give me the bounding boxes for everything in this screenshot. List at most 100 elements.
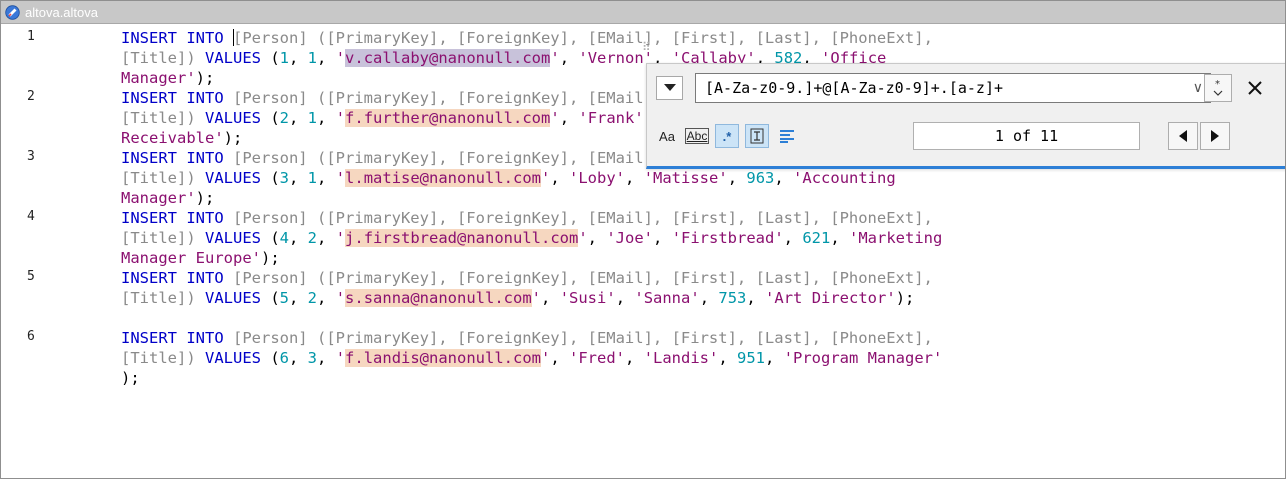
align-lines-icon (780, 130, 794, 143)
number-literal: 621 (802, 229, 831, 247)
number-literal: 3 (279, 169, 289, 187)
expand-replace-toggle[interactable] (656, 76, 683, 100)
code-line: INSERT INTO [Person] ([PrimaryKey], [For… (121, 328, 933, 348)
number-literal: 5 (279, 289, 289, 307)
sql-keyword: VALUES (195, 349, 271, 367)
table-name: [Person] (223, 89, 317, 107)
search-match: s.sanna@nanonull.com (345, 289, 532, 307)
number-literal: 951 (737, 349, 766, 367)
string-literal: 'Matisse' (643, 169, 728, 187)
triangle-right-icon (1211, 130, 1219, 142)
string-literal: Manager' (121, 189, 196, 207)
find-panel: ⠿ [A-Za-z0-9.]+@[A-Za-z0-9]+.[a-z]+ ∨ * … (642, 40, 1285, 169)
whole-word-label: Abc (684, 128, 710, 144)
code-line: Receivable'); (121, 128, 242, 148)
sql-keyword: INSERT INTO (121, 149, 224, 167)
sql-keyword: INSERT INTO (121, 29, 224, 47)
highlight-all-toggle[interactable] (775, 124, 799, 148)
sql-keyword: VALUES (195, 49, 271, 67)
column-list: [Title]) (121, 49, 196, 67)
close-find-button[interactable] (1241, 74, 1269, 102)
line-number: 4 (27, 209, 35, 224)
code-line: Manager'); (121, 68, 214, 88)
sql-keyword: INSERT INTO (121, 269, 224, 287)
code-line: INSERT INTO [Person] ([PrimaryKey], [For… (121, 28, 933, 48)
window-title: altova.altova (25, 4, 98, 20)
string-literal: Receivable' (121, 129, 224, 147)
triangle-left-icon (1179, 130, 1187, 142)
find-input[interactable]: [A-Za-z0-9.]+@[A-Za-z0-9]+.[a-z]+ ∨ (695, 73, 1211, 103)
number-literal: 1 (307, 169, 318, 187)
number-literal: 2 (307, 229, 318, 247)
search-match: f.further@nanonull.com (345, 109, 551, 127)
code-line: [Title]) VALUES (4, 2, 'j.firstbread@nan… (121, 229, 943, 247)
code-line: INSERT INTO [Person] ([PrimaryKey], [For… (121, 268, 933, 288)
column-list: ([PrimaryKey], [ForeignKey], [EMail], [F… (316, 329, 933, 347)
statement-end: ); (223, 129, 243, 147)
number-literal: 1 (279, 49, 289, 67)
code-line: [Title]) VALUES (3, 1, 'l.matise@nanonul… (121, 169, 896, 187)
close-icon (1248, 81, 1262, 95)
search-match: v.callaby@nanonull.com (345, 49, 551, 67)
statement-end: ); (260, 249, 280, 267)
regex-toggle[interactable]: .* (715, 124, 739, 148)
table-name: [Person] (223, 329, 317, 347)
column-list: ([PrimaryKey], [ForeignKey], [EMail], [F… (316, 209, 933, 227)
number-literal: 4 (279, 229, 289, 247)
number-literal: 1 (307, 109, 318, 127)
column-list: [Title]) (121, 169, 196, 187)
sql-editor[interactable]: 1 2 3 4 5 6 INSERT INTO [Person] ([PrimaryKey… (1, 24, 1285, 478)
match-case-toggle[interactable]: Aa (655, 124, 679, 148)
code-line: Manager'); (121, 188, 214, 208)
search-match: l.matise@nanonull.com (345, 169, 541, 187)
find-next-button[interactable] (1200, 122, 1230, 150)
search-match: j.firstbread@nanonull.com (345, 229, 579, 247)
string-literal: Manager' (121, 69, 196, 87)
panel-grip-icon[interactable]: ⠿ (642, 40, 651, 54)
regex-label: .* (722, 128, 732, 144)
sql-keyword: INSERT INTO (121, 209, 224, 227)
number-literal: 6 (279, 349, 289, 367)
database-icon (5, 4, 20, 20)
number-literal: 2 (307, 289, 318, 307)
find-previous-button[interactable] (1168, 122, 1198, 150)
find-query-text: [A-Za-z0-9.]+@[A-Za-z0-9]+.[a-z]+ (705, 79, 1004, 97)
number-literal: 3 (307, 349, 318, 367)
code-line: ); (121, 368, 140, 388)
sql-keyword: VALUES (195, 289, 271, 307)
string-literal: 'Accounting (793, 169, 896, 187)
statement-end: ); (895, 289, 915, 307)
whole-word-toggle[interactable]: Abc (684, 124, 710, 148)
sql-keyword: VALUES (195, 229, 271, 247)
string-literal: 'Susi' (559, 289, 616, 307)
match-counter: 1 of 11 (913, 122, 1140, 150)
statement-end: ); (195, 189, 215, 207)
number-literal: 753 (718, 289, 747, 307)
line-number: 2 (27, 89, 35, 104)
column-list: ([PrimaryKey], [ForeignKey], [EMail], [F… (316, 269, 933, 287)
string-literal: 'Frank' (578, 109, 644, 127)
line-number-gutter: 1 2 3 4 5 6 (1, 24, 89, 478)
string-literal: 'Loby' (569, 169, 626, 187)
svg-text:*: * (1215, 79, 1220, 90)
column-list: [Title]) (121, 109, 196, 127)
find-in-selection-toggle[interactable] (745, 124, 769, 148)
string-literal: 'Joe' (606, 229, 654, 247)
history-dropdown-icon[interactable]: ∨ (1193, 80, 1203, 96)
regex-builder-button[interactable]: * (1204, 74, 1232, 102)
column-list: [Title]) (121, 349, 196, 367)
regex-builder-icon: * (1213, 79, 1223, 96)
code-line: [Title]) VALUES (6, 3, 'f.landis@nanonul… (121, 349, 943, 367)
sql-keyword: INSERT INTO (121, 329, 224, 347)
statement-end: ); (195, 69, 215, 87)
code-line: INSERT INTO [Person] ([PrimaryKey], [For… (121, 208, 933, 228)
search-match: f.landis@nanonull.com (345, 349, 541, 367)
text-cursor-icon (750, 128, 764, 144)
editor-window: altova.altova 1 2 3 4 5 6 INSERT INTO [Person… (0, 0, 1286, 479)
match-case-label: Aa (659, 128, 675, 144)
statement-end: ); (121, 369, 140, 387)
chevron-down-icon (663, 84, 676, 91)
line-number: 1 (27, 29, 35, 44)
string-literal: 'Fred' (569, 349, 626, 367)
string-literal: 'Firstbread' (671, 229, 784, 247)
